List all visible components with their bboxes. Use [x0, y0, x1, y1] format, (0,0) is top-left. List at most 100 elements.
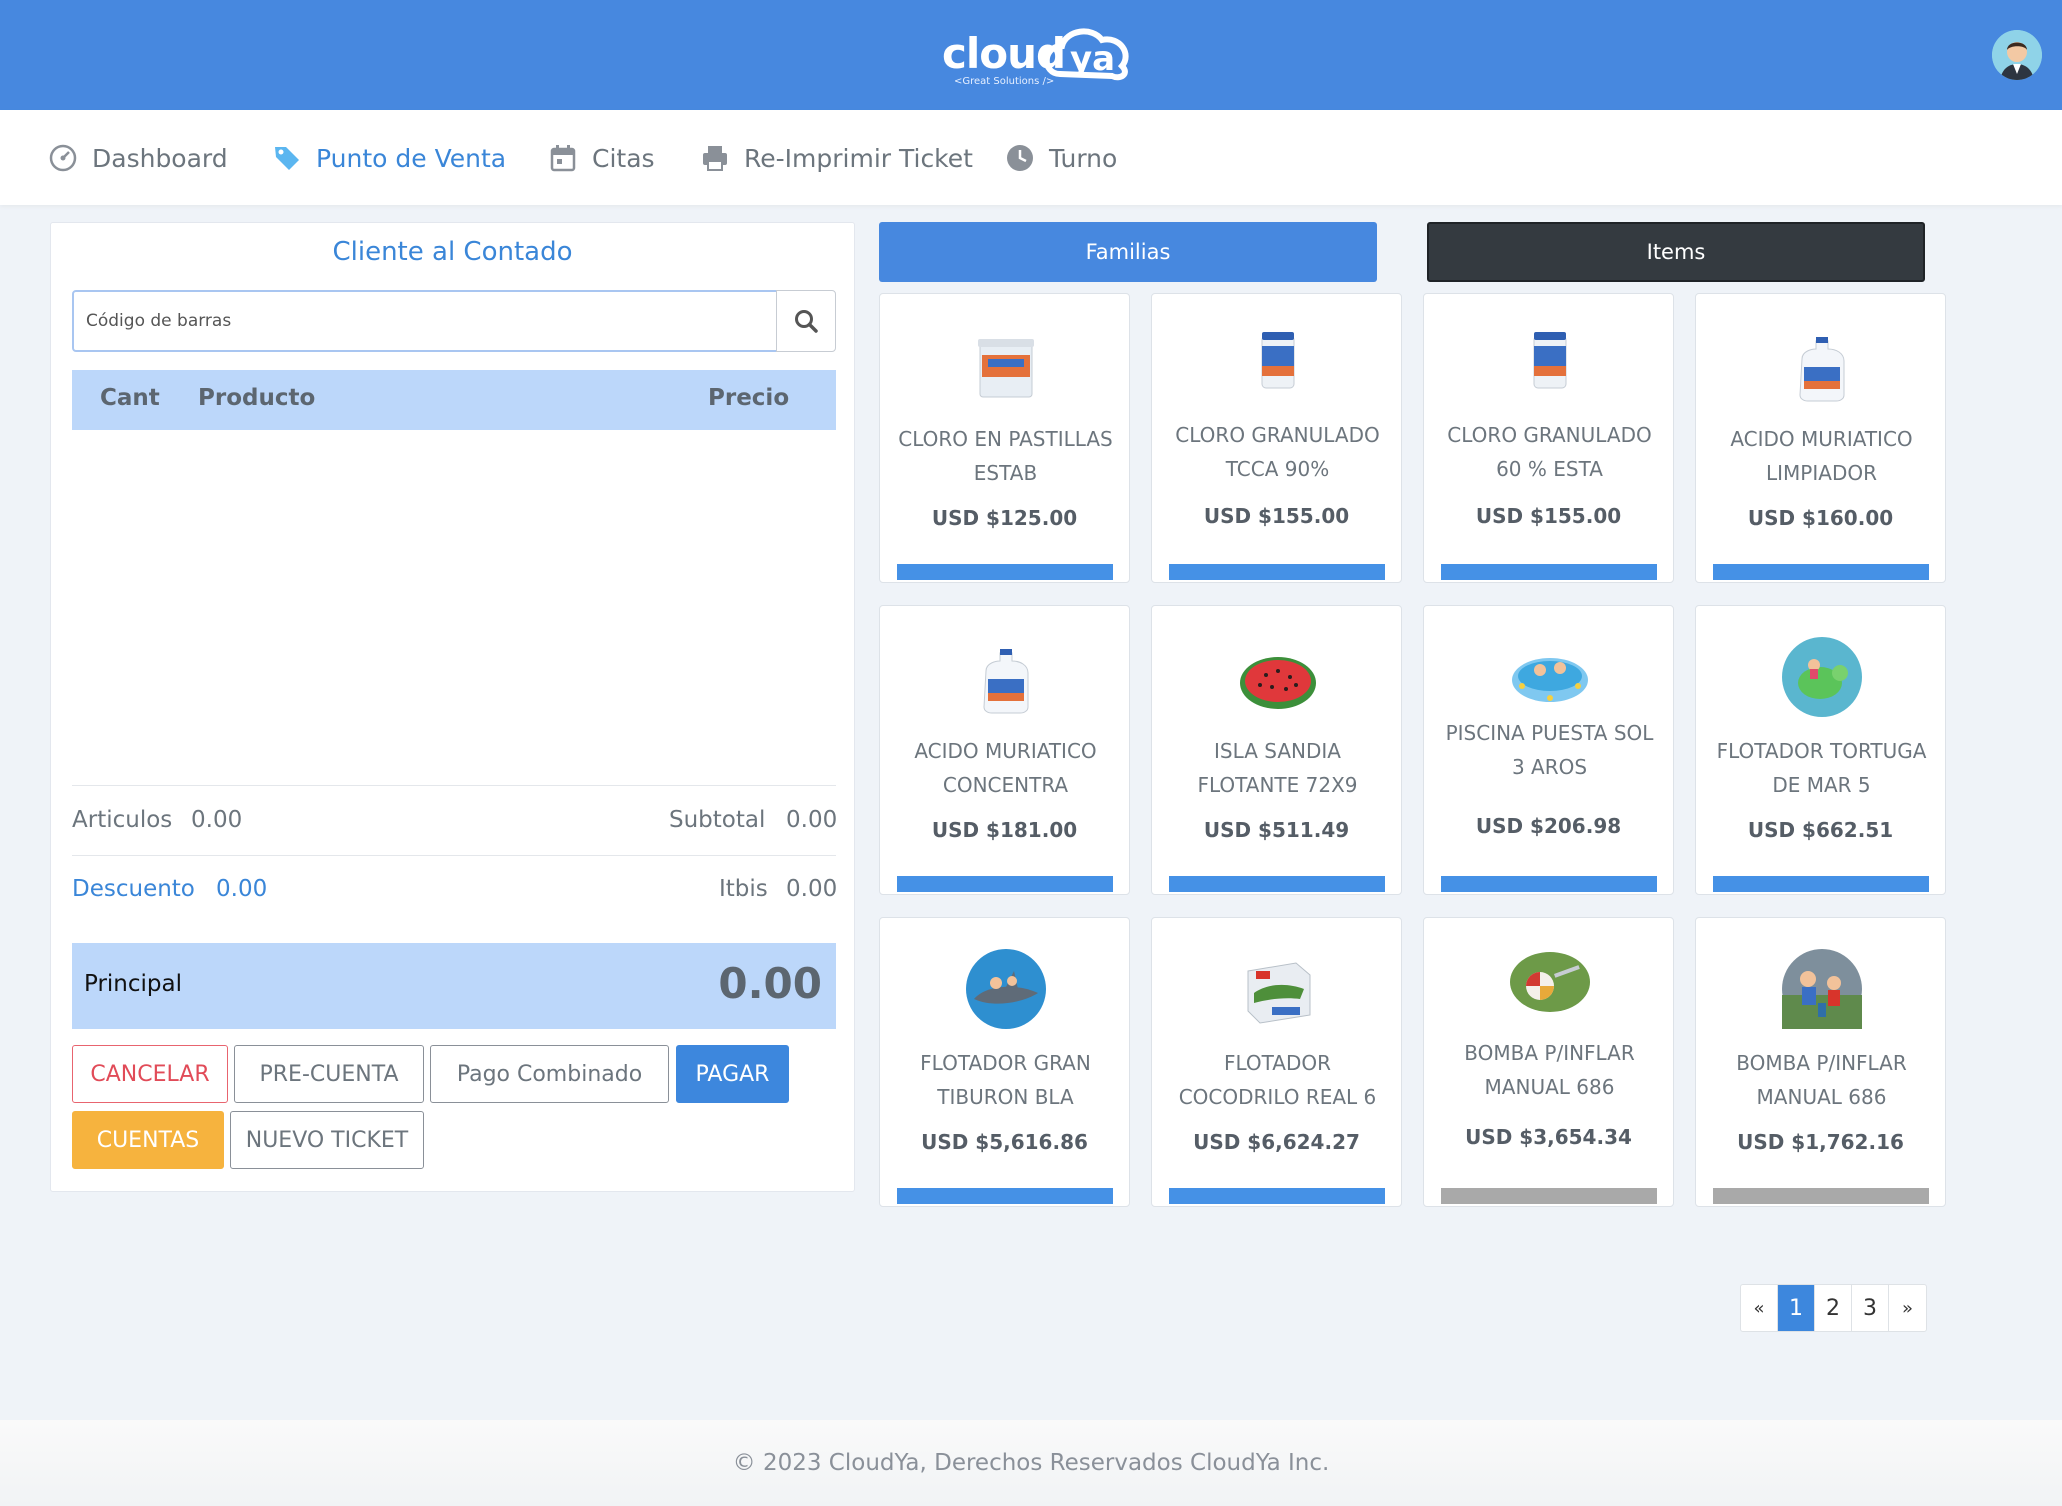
product-name-line2: DE MAR 5: [1772, 773, 1871, 797]
product-image-crocodile-box: [1247, 962, 1311, 1024]
product-card[interactable]: ISLA SANDIA FLOTANTE 72X9 USD $511.49: [1151, 605, 1402, 895]
nav-reimprimir-ticket[interactable]: Re-Imprimir Ticket: [700, 140, 973, 176]
barcode-search-button[interactable]: [776, 290, 836, 352]
product-name-line1: FLOTADOR GRAN: [920, 1051, 1091, 1075]
svg-text:ya: ya: [1070, 39, 1115, 79]
nav-reimprimir-ticket-label: Re-Imprimir Ticket: [744, 143, 973, 173]
cancel-button[interactable]: CANCELAR: [72, 1045, 228, 1103]
product-card[interactable]: ACIDO MURIATICO CONCENTRA USD $181.00: [879, 605, 1130, 895]
pagination-prev[interactable]: «: [1741, 1285, 1778, 1331]
product-image-chlorine-bucket: [978, 339, 1034, 398]
product-status-bar: [1169, 1188, 1385, 1204]
product-card[interactable]: FLOTADOR COCODRILO REAL 6 USD $6,624.27: [1151, 917, 1402, 1207]
product-price: USD $6,624.27: [1193, 1130, 1360, 1154]
product-name: FLOTADOR GRAN TIBURON BLA: [886, 1046, 1125, 1114]
product-card[interactable]: BOMBA P/INFLAR MANUAL 686 USD $3,654.34: [1423, 917, 1674, 1207]
product-status-bar: [1713, 876, 1929, 892]
column-price: Precio: [708, 385, 790, 411]
product-image-chlorine-jar: [1261, 332, 1295, 389]
pay-button[interactable]: PAGAR: [676, 1045, 789, 1103]
articles-value: 0.00: [191, 807, 243, 833]
itbis-label: Itbis: [719, 876, 768, 902]
pre-cuenta-button[interactable]: PRE-CUENTA: [234, 1045, 424, 1103]
pagination-page-3[interactable]: 3: [1852, 1285, 1889, 1331]
tab-familias[interactable]: Familias: [879, 222, 1377, 282]
product-name: ACIDO MURIATICO CONCENTRA: [886, 734, 1125, 802]
nav-punto-de-venta[interactable]: Punto de Venta: [272, 140, 506, 176]
product-image-watermelon-float: [1240, 657, 1316, 709]
client-name[interactable]: Cliente al Contado: [51, 237, 854, 267]
product-card[interactable]: BOMBA P/INFLAR MANUAL 686 USD $1,762.16: [1695, 917, 1946, 1207]
product-name-line2: MANUAL 686: [1756, 1085, 1887, 1109]
product-name-line2: LIMPIADOR: [1766, 461, 1877, 485]
product-image-kiddie-pool: [1512, 658, 1588, 702]
product-card[interactable]: FLOTADOR GRAN TIBURON BLA USD $5,616.86: [879, 917, 1130, 1207]
footer: © 2023 CloudYa, Derechos Reservados Clou…: [0, 1420, 2062, 1506]
nav-citas-label: Citas: [592, 143, 655, 173]
articles-label: Articulos: [72, 807, 173, 833]
product-card[interactable]: FLOTADOR TORTUGA DE MAR 5 USD $662.51: [1695, 605, 1946, 895]
product-name-line1: FLOTADOR: [1223, 1051, 1332, 1075]
product-name: CLORO GRANULADO TCCA 90%: [1158, 418, 1397, 486]
product-name: ISLA SANDIA FLOTANTE 72X9: [1158, 734, 1397, 802]
product-name: BOMBA P/INFLAR MANUAL 686: [1702, 1046, 1941, 1114]
subtotal-label: Subtotal: [669, 807, 766, 833]
product-name: ACIDO MURIATICO LIMPIADOR: [1702, 422, 1941, 490]
product-status-bar: [1441, 1188, 1657, 1204]
product-image-acid-jug: [1799, 337, 1845, 402]
product-card[interactable]: CLORO GRANULADO 60 % ESTA USD $155.00: [1423, 293, 1674, 583]
nav-dashboard[interactable]: Dashboard: [48, 140, 228, 176]
product-name: FLOTADOR COCODRILO REAL 6: [1158, 1046, 1397, 1114]
product-price: USD $181.00: [931, 818, 1078, 842]
accounts-button[interactable]: CUENTAS: [72, 1111, 224, 1169]
discount-value: 0.00: [216, 876, 268, 902]
product-name-line1: CLORO GRANULADO: [1175, 423, 1380, 447]
nav-punto-de-venta-label: Punto de Venta: [316, 143, 507, 173]
product-name-line2: ESTAB: [973, 461, 1038, 485]
product-name-line1: CLORO GRANULADO: [1447, 423, 1652, 447]
cloudya-logo[interactable]: cloud ya <Great Solutions />: [942, 16, 1162, 90]
product-card[interactable]: PISCINA PUESTA SOL 3 AROS USD $206.98: [1423, 605, 1674, 895]
discount-link[interactable]: Descuento: [72, 876, 195, 902]
column-product: Producto: [198, 385, 316, 411]
main-navigation: Dashboard Punto de Venta Citas Re-Imprim…: [0, 110, 2062, 205]
product-price: USD $3,654.34: [1465, 1125, 1632, 1149]
user-avatar[interactable]: [1992, 30, 2042, 80]
product-image-acid-jug: [983, 649, 1029, 714]
tag-icon: [275, 147, 299, 170]
new-ticket-button[interactable]: NUEVO TICKET: [230, 1111, 424, 1169]
pagination-page-2[interactable]: 2: [1815, 1285, 1852, 1331]
product-name-line1: ACIDO MURIATICO: [914, 739, 1097, 763]
nav-turno[interactable]: Turno: [1005, 140, 1117, 176]
combined-payment-button[interactable]: Pago Combinado: [430, 1045, 669, 1103]
product-price: USD $662.51: [1747, 818, 1894, 842]
pagination-next[interactable]: »: [1889, 1285, 1926, 1331]
sale-table-header: Cant Producto Precio: [72, 370, 836, 430]
product-name-line2: 3 AROS: [1511, 755, 1588, 779]
tab-items[interactable]: Items: [1427, 222, 1925, 282]
product-image-inflation-pump-family: [1782, 949, 1862, 1029]
product-name-line2: COCODRILO REAL 6: [1178, 1085, 1377, 1109]
barcode-input[interactable]: [72, 290, 778, 352]
product-status-bar: [1441, 876, 1657, 892]
pagination-page-1[interactable]: 1: [1778, 1285, 1815, 1331]
product-card[interactable]: ACIDO MURIATICO LIMPIADOR USD $160.00: [1695, 293, 1946, 583]
product-card[interactable]: CLORO GRANULADO TCCA 90% USD $155.00: [1151, 293, 1402, 583]
product-name: FLOTADOR TORTUGA DE MAR 5: [1702, 734, 1941, 802]
product-price: USD $1,762.16: [1737, 1130, 1904, 1154]
product-name-line1: BOMBA P/INFLAR: [1736, 1051, 1907, 1075]
product-price: USD $5,616.86: [921, 1130, 1088, 1154]
product-name-line1: PISCINA PUESTA SOL: [1445, 721, 1654, 745]
product-status-bar: [1169, 876, 1385, 892]
product-price: USD $160.00: [1747, 506, 1894, 530]
product-name: CLORO EN PASTILLAS ESTAB: [886, 422, 1125, 490]
product-card[interactable]: CLORO EN PASTILLAS ESTAB USD $125.00: [879, 293, 1130, 583]
product-status-bar: [897, 1188, 1113, 1204]
product-price: USD $206.98: [1475, 814, 1622, 838]
product-image-turtle-float: [1782, 637, 1862, 717]
nav-turno-label: Turno: [1049, 143, 1118, 173]
product-name-line2: CONCENTRA: [942, 773, 1069, 797]
nav-citas[interactable]: Citas: [548, 140, 655, 176]
clock-icon: [1007, 145, 1033, 171]
total-box: Principal 0.00: [72, 943, 836, 1029]
